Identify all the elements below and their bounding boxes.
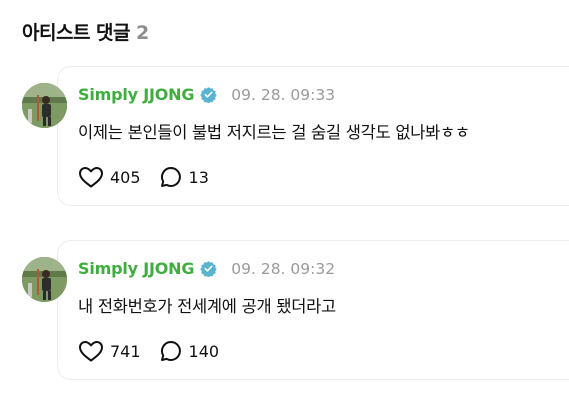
comment-bubble-icon — [159, 165, 183, 189]
avatar[interactable] — [22, 257, 67, 302]
author-name[interactable]: Simply JJONG — [78, 85, 194, 104]
comment-card: Simply JJONG 09. 28. 09:33 이제는 본인들이 불법 저… — [22, 66, 569, 206]
heart-icon — [78, 339, 104, 363]
verified-badge-icon — [200, 260, 217, 278]
author-name[interactable]: Simply JJONG — [78, 259, 194, 278]
comment-count: 2 — [136, 22, 149, 44]
comment-meta: Simply JJONG 09. 28. 09:32 — [78, 259, 335, 278]
reply-count: 13 — [188, 167, 209, 187]
artist-comments-page: 아티스트 댓글 2 Simply JJONG 09. 28. 09:33 이제는… — [0, 0, 569, 397]
reply-count: 140 — [188, 341, 220, 361]
section-title: 아티스트 댓글 — [22, 22, 131, 44]
comment-text: 내 전화번호가 전세계에 공개 됐더라고 — [78, 297, 336, 316]
comment-card: Simply JJONG 09. 28. 09:32 내 전화번호가 전세계에 … — [22, 240, 569, 380]
like-button[interactable]: 405 — [78, 165, 141, 189]
comment-meta: Simply JJONG 09. 28. 09:33 — [78, 85, 335, 104]
timestamp: 09. 28. 09:33 — [231, 85, 336, 104]
comment-bubble-icon — [159, 339, 183, 363]
comment-text: 이제는 본인들이 불법 저지르는 걸 숨길 생각도 없나봐ㅎㅎ — [78, 123, 470, 142]
reply-button[interactable]: 13 — [159, 165, 209, 189]
section-header: 아티스트 댓글 2 — [22, 18, 149, 45]
comment-actions: 405 13 — [78, 165, 227, 189]
reply-button[interactable]: 140 — [159, 339, 220, 363]
comment-actions: 741 140 — [78, 339, 237, 363]
like-count: 741 — [110, 341, 141, 361]
timestamp: 09. 28. 09:32 — [231, 259, 336, 278]
heart-icon — [78, 165, 104, 189]
like-count: 405 — [110, 167, 141, 187]
verified-badge-icon — [200, 86, 217, 104]
avatar[interactable] — [22, 83, 67, 128]
like-button[interactable]: 741 — [78, 339, 141, 363]
